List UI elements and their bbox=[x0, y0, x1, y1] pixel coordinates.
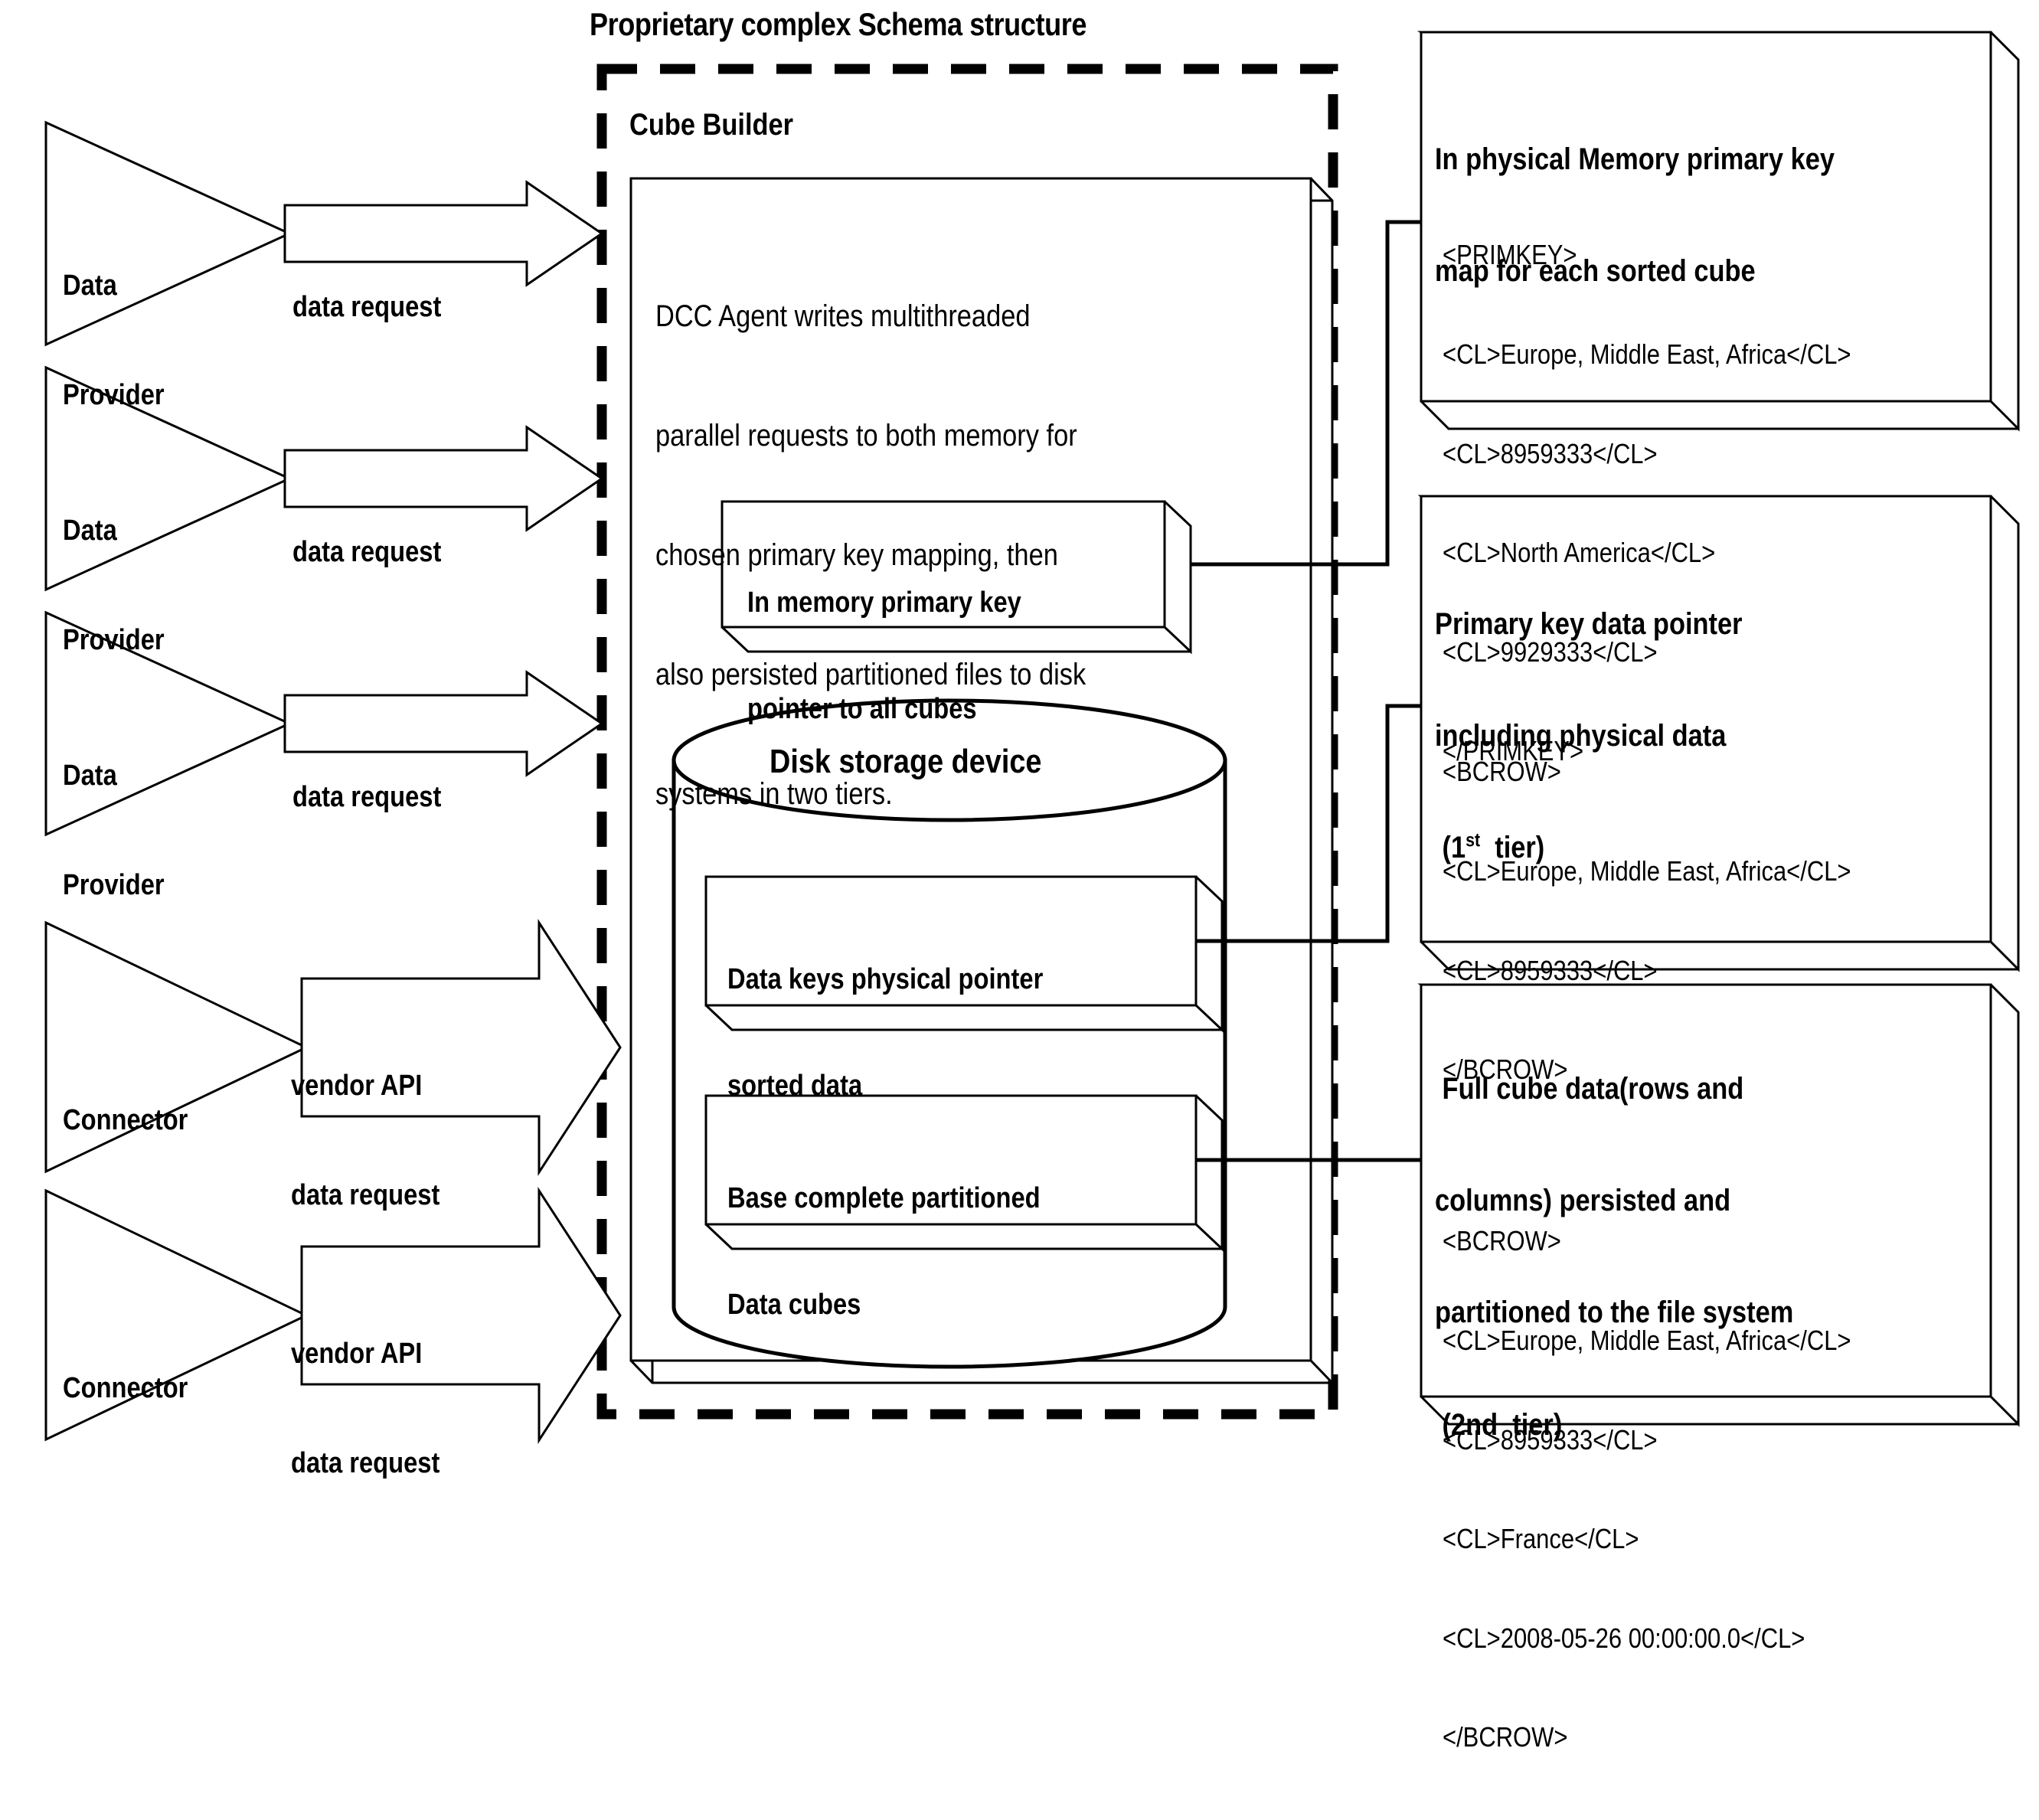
disk-storage-label: Disk storage device bbox=[770, 743, 1042, 780]
cube-builder-label: Cube Builder bbox=[629, 108, 794, 142]
arrow-label-3: vendor API data request bbox=[291, 1070, 440, 1211]
arrow-label-2: data request bbox=[292, 781, 442, 813]
diagram-canvas: Proprietary complex Schema structure Cub… bbox=[0, 0, 2039, 1753]
arrow-label-1: data request bbox=[292, 536, 442, 568]
arrow-label-0: data request bbox=[292, 291, 442, 323]
source-label-2: Data Provider bbox=[63, 760, 165, 901]
panel-second-tier-xml: <BCROW> <CL>Europe, Middle East, Africa<… bbox=[1443, 1225, 1851, 1753]
source-label-4: Connector bbox=[63, 1372, 188, 1404]
arrow-label-4: vendor API data request bbox=[291, 1338, 440, 1479]
page-title: Proprietary complex Schema structure bbox=[590, 6, 1086, 42]
base-cubes-box-label: Base complete partitioned Data cubes bbox=[727, 1181, 1041, 1321]
source-label-3: Connector bbox=[63, 1104, 188, 1136]
